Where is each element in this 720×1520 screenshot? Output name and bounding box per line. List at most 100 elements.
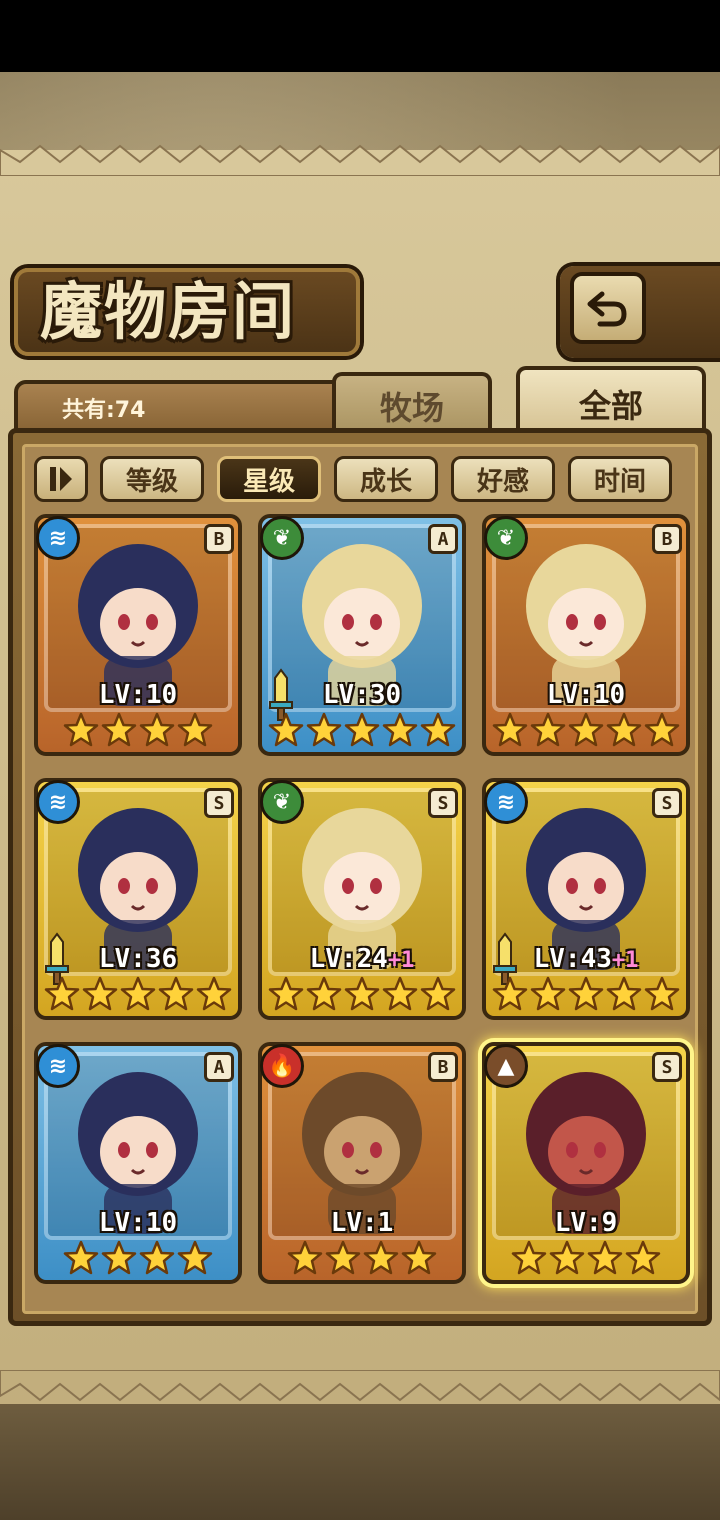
star-icon	[177, 1240, 213, 1276]
sort-growth-button[interactable]: 成长	[334, 456, 438, 502]
rank-badge: S	[428, 788, 458, 818]
star-rating	[274, 1240, 450, 1276]
level-value: LV:43	[533, 944, 612, 974]
monster-card[interactable]: ❦ B LV:10	[482, 514, 690, 756]
level-value: LV:9	[554, 1208, 618, 1238]
sort-level-button[interactable]: 等级	[100, 456, 204, 502]
star-icon	[196, 976, 232, 1012]
level-bonus: +1	[611, 948, 639, 973]
rank-badge: A	[204, 1052, 234, 1082]
sort-time-button[interactable]: 时间	[568, 456, 672, 502]
level-label: LV:10	[38, 1208, 238, 1238]
star-icon	[587, 1240, 623, 1276]
star-icon	[568, 976, 604, 1012]
star-rating	[268, 976, 456, 1012]
back-button[interactable]	[570, 272, 646, 344]
star-icon	[644, 712, 680, 748]
star-icon	[63, 1240, 99, 1276]
level-value: LV:24	[309, 944, 388, 974]
back-arrow-icon	[587, 291, 627, 327]
star-icon	[549, 1240, 585, 1276]
star-rating	[50, 1240, 226, 1276]
star-icon	[268, 976, 304, 1012]
level-label: LV:24+1	[262, 944, 462, 974]
water-element-icon: ≋	[36, 516, 80, 560]
water-element-icon: ≋	[36, 1044, 80, 1088]
star-icon	[158, 976, 194, 1012]
level-label: LV:1	[262, 1208, 462, 1238]
star-icon	[139, 712, 175, 748]
map-footer	[0, 1404, 720, 1520]
monster-card[interactable]: ≋ B LV:10	[34, 514, 242, 756]
rank-badge: B	[428, 1052, 458, 1082]
level-bonus: +1	[387, 948, 415, 973]
level-value: LV:30	[322, 680, 402, 710]
monster-card[interactable]: ≋ S LV:36	[34, 778, 242, 1020]
star-icon	[606, 712, 642, 748]
level-label: LV:36	[38, 944, 238, 974]
star-icon	[63, 712, 99, 748]
star-rating	[268, 712, 456, 748]
star-icon	[101, 1240, 137, 1276]
monster-card[interactable]: ❦ S LV:24+1	[258, 778, 466, 1020]
monster-card[interactable]: ▲ S LV:9	[482, 1042, 690, 1284]
star-icon	[44, 976, 80, 1012]
rank-badge: B	[204, 524, 234, 554]
nature-element-icon: ❦	[484, 516, 528, 560]
level-label: LV:10	[486, 680, 686, 710]
star-icon	[306, 976, 342, 1012]
status-bar	[0, 0, 720, 72]
star-rating	[492, 976, 680, 1012]
level-label: LV:10	[38, 680, 238, 710]
star-icon	[401, 1240, 437, 1276]
star-icon	[101, 712, 137, 748]
water-element-icon: ≋	[36, 780, 80, 824]
star-icon	[325, 1240, 361, 1276]
sort-order-toggle[interactable]	[34, 456, 88, 502]
sort-affection-button[interactable]: 好感	[451, 456, 555, 502]
level-label: LV:9	[486, 1208, 686, 1238]
star-icon	[625, 1240, 661, 1276]
monster-card[interactable]: ❦ A LV:30	[258, 514, 466, 756]
star-rating	[44, 976, 232, 1012]
star-icon	[492, 976, 528, 1012]
water-element-icon: ≋	[484, 780, 528, 824]
star-rating	[492, 712, 680, 748]
star-icon	[363, 1240, 399, 1276]
rank-badge: B	[652, 524, 682, 554]
star-icon	[82, 976, 118, 1012]
monster-card[interactable]: ≋ S LV:43+1	[482, 778, 690, 1020]
rank-badge: A	[428, 524, 458, 554]
level-value: LV:10	[546, 680, 626, 710]
page-title: 魔物房间	[40, 275, 297, 348]
earth-element-icon: ▲	[484, 1044, 528, 1088]
star-icon	[420, 712, 456, 748]
torn-edge-bottom	[0, 1370, 720, 1402]
rank-badge: S	[652, 788, 682, 818]
star-icon	[511, 1240, 547, 1276]
rank-badge: S	[204, 788, 234, 818]
nature-element-icon: ❦	[260, 516, 304, 560]
star-icon	[287, 1240, 323, 1276]
star-icon	[530, 976, 566, 1012]
star-icon	[344, 712, 380, 748]
fire-element-icon: 🔥	[260, 1044, 304, 1088]
star-icon	[644, 976, 680, 1012]
star-icon	[382, 976, 418, 1012]
star-icon	[530, 712, 566, 748]
star-icon	[568, 712, 604, 748]
star-rating	[498, 1240, 674, 1276]
level-value: LV:10	[98, 1208, 178, 1238]
sort-star-button[interactable]: 星级	[217, 456, 321, 502]
star-icon	[120, 976, 156, 1012]
nature-element-icon: ❦	[260, 780, 304, 824]
star-icon	[606, 976, 642, 1012]
level-value: LV:10	[98, 680, 178, 710]
star-icon	[139, 1240, 175, 1276]
star-icon	[177, 712, 213, 748]
monster-card[interactable]: 🔥 B LV:1	[258, 1042, 466, 1284]
tab-ranch[interactable]: 牧场	[332, 372, 492, 436]
level-value: LV:36	[98, 944, 178, 974]
monster-card[interactable]: ≋ A LV:10	[34, 1042, 242, 1284]
star-rating	[50, 712, 226, 748]
